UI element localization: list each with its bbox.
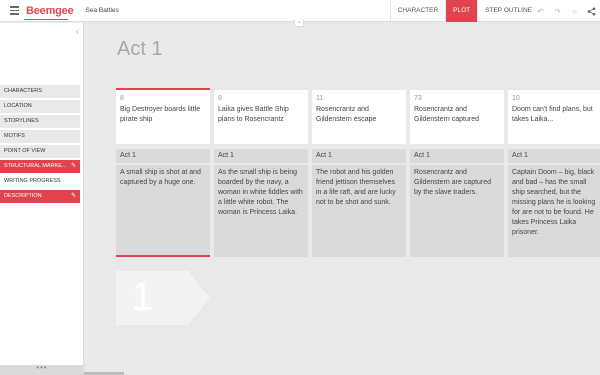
- card-act-label[interactable]: Act 1: [214, 149, 308, 163]
- brand-underline: [24, 19, 68, 20]
- card-act-label[interactable]: Act 1: [116, 149, 210, 163]
- card-title: Big Destroyer boards little pirate ship: [120, 106, 201, 123]
- sidebar-item-label: DESCRIPTION: [4, 193, 42, 199]
- card-number: 9: [218, 95, 222, 102]
- toolbar: ↶ ↷ ○: [536, 0, 596, 22]
- chevron-left-icon[interactable]: ‹: [76, 26, 79, 37]
- plot-card-header[interactable]: 11 Rosencrantz and Gildenstern escape: [312, 90, 406, 144]
- card-description[interactable]: A small ship is shot at and captured by …: [116, 165, 210, 257]
- redo-icon[interactable]: ↷: [553, 7, 562, 16]
- sidebar-footer-handle[interactable]: •••: [0, 364, 84, 375]
- plot-card-header[interactable]: 10 Doom can't find plans, but takes Laik…: [508, 90, 600, 144]
- card-description[interactable]: Captain Doom – big, black and bad – has …: [508, 165, 600, 257]
- sidebar-item-storylines[interactable]: STORYLINES: [0, 115, 80, 128]
- plot-card-column[interactable]: 10 Doom can't find plans, but takes Laik…: [508, 88, 600, 257]
- plot-card-header[interactable]: 8 Big Destroyer boards little pirate shi…: [116, 90, 210, 144]
- sidebar-item-structural-markers[interactable]: STRUCTURAL MARKE... ✎: [0, 160, 80, 173]
- plot-card-column[interactable]: 8 Big Destroyer boards little pirate shi…: [116, 88, 210, 257]
- tab-step-outline[interactable]: STEP OUTLINE: [477, 0, 539, 22]
- card-number: 73: [414, 95, 422, 102]
- plot-card-column[interactable]: 11 Rosencrantz and Gildenstern escape Ac…: [312, 88, 406, 257]
- sidebar-item-motifs[interactable]: MOTIFS: [0, 130, 80, 143]
- sidebar-item-label: POINT OF VIEW: [4, 148, 46, 154]
- card-description[interactable]: As the small ship is being boarded by th…: [214, 165, 308, 257]
- sidebar-item-location[interactable]: LOCATION: [0, 100, 80, 113]
- sidebar-item-label: STRUCTURAL MARKE...: [4, 163, 67, 169]
- sidebar-item-label: STORYLINES: [4, 118, 39, 124]
- sidebar-item-description[interactable]: DESCRIPTION ✎: [0, 190, 80, 203]
- ring-icon[interactable]: ○: [570, 7, 579, 16]
- sidebar-item-characters[interactable]: CHARACTERS: [0, 85, 80, 98]
- sidebar-item-label: WRITING PROGRESS: [4, 178, 61, 184]
- pencil-icon[interactable]: ✎: [71, 160, 76, 173]
- view-tabs: CHARACTER PLOT STEP OUTLINE: [389, 0, 539, 22]
- act-title[interactable]: Act 1: [117, 38, 163, 61]
- card-number: 8: [120, 95, 124, 102]
- tab-character[interactable]: CHARACTER: [389, 0, 445, 22]
- plot-card-column[interactable]: 9 Laika gives Battle Ship plans to Rosen…: [214, 88, 308, 257]
- plot-card-header[interactable]: 9 Laika gives Battle Ship plans to Rosen…: [214, 90, 308, 144]
- chevron-down-icon[interactable]: ⌄: [294, 19, 304, 27]
- pencil-icon[interactable]: ✎: [71, 190, 76, 203]
- sidebar-item-label: LOCATION: [4, 103, 32, 109]
- card-act-label[interactable]: Act 1: [508, 149, 600, 163]
- structural-marker[interactable]: 1: [116, 271, 211, 325]
- plot-card-column[interactable]: 73 Rosencrantz and Gildenstern captured …: [410, 88, 504, 257]
- sidebar-item-label: MOTIFS: [4, 133, 25, 139]
- share-icon[interactable]: [587, 7, 596, 16]
- sidebar-item-point-of-view[interactable]: POINT OF VIEW: [0, 145, 80, 158]
- project-title: Sea Battles: [85, 7, 119, 14]
- card-description[interactable]: Rosencrantz and Gildenstern are captured…: [410, 165, 504, 257]
- sidebar-item-label: CHARACTERS: [4, 88, 42, 94]
- card-title: Doom can't find plans, but takes Laika..…: [512, 106, 593, 123]
- sidebar: ‹ CHARACTERS LOCATION STORYLINES MOTIFS …: [0, 23, 84, 375]
- card-number: 10: [512, 95, 520, 102]
- plot-card-header[interactable]: 73 Rosencrantz and Gildenstern captured: [410, 90, 504, 144]
- sidebar-menu: CHARACTERS LOCATION STORYLINES MOTIFS PO…: [0, 85, 80, 205]
- card-act-label[interactable]: Act 1: [410, 149, 504, 163]
- menu-icon[interactable]: [4, 0, 24, 22]
- undo-icon[interactable]: ↶: [536, 7, 545, 16]
- marker-number: 1: [131, 275, 154, 319]
- brand-logo[interactable]: Beemgee: [26, 5, 74, 17]
- card-title: Rosencrantz and Gildenstern escape: [316, 106, 377, 123]
- card-title: Rosencrantz and Gildenstern captured: [414, 106, 479, 123]
- sidebar-item-writing-progress[interactable]: WRITING PROGRESS: [0, 175, 80, 188]
- card-number: 11: [316, 95, 324, 102]
- marker-arrow: [188, 271, 210, 325]
- card-act-label[interactable]: Act 1: [312, 149, 406, 163]
- tab-plot[interactable]: PLOT: [445, 0, 478, 22]
- card-title: Laika gives Battle Ship plans to Rosencr…: [218, 106, 289, 123]
- card-description[interactable]: The robot and his golden friend jettison…: [312, 165, 406, 257]
